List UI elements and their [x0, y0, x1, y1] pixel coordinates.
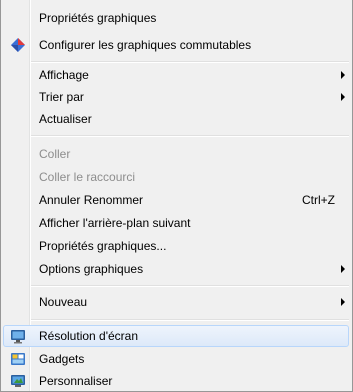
menu-separator [31, 319, 349, 321]
menu-item-label: Options graphiques [39, 262, 144, 276]
menu-item-label: Configurer les graphiques commutables [39, 38, 252, 52]
graphics-diamond-icon [10, 37, 26, 53]
menu-item-proprietes-graphiques-ellipsis[interactable]: Propriétés graphiques... [3, 235, 349, 257]
menu-item-label: Gadgets [39, 352, 85, 366]
menu-item-shortcut: Ctrl+Z [302, 193, 335, 207]
menu-item-resolution-ecran[interactable]: Résolution d'écran [3, 325, 349, 347]
menu-item-label: Coller le raccourci [39, 170, 136, 184]
menu-item-proprietes-graphiques[interactable]: Propriétés graphiques [3, 7, 349, 29]
menu-item-actualiser[interactable]: Actualiser [3, 108, 349, 130]
menu-item-personnaliser[interactable]: Personnaliser [3, 370, 349, 392]
personalize-icon [10, 373, 26, 389]
menu-item-label: Propriétés graphiques [39, 11, 157, 25]
submenu-arrow-icon [341, 71, 345, 79]
menu-item-afficher-arriere-plan-suivant[interactable]: Afficher l'arrière-plan suivant [3, 212, 349, 234]
submenu-arrow-icon [341, 298, 345, 306]
menu-item-label: Annuler Renommer [39, 193, 144, 207]
menu-item-trier-par[interactable]: Trier par [3, 86, 349, 108]
menu-item-label: Nouveau [39, 295, 88, 309]
menu-separator [31, 285, 349, 287]
menu-item-label: Résolution d'écran [39, 329, 139, 343]
submenu-arrow-icon [341, 93, 345, 101]
menu-item-label: Affichage [39, 68, 89, 82]
menu-item-label: Afficher l'arrière-plan suivant [39, 216, 191, 230]
menu-item-options-graphiques[interactable]: Options graphiques [3, 258, 349, 280]
gadgets-icon [10, 351, 26, 367]
menu-separator [31, 61, 349, 63]
menu-separator [31, 135, 349, 137]
desktop-context-menu: Propriétés graphiques Configurer les gra… [0, 0, 353, 392]
menu-item-label: Personnaliser [39, 374, 113, 388]
submenu-arrow-icon [341, 265, 345, 273]
menu-item-configurer-graphiques-commutables[interactable]: Configurer les graphiques commutables [3, 34, 349, 56]
menu-item-affichage[interactable]: Affichage [3, 64, 349, 86]
menu-item-nouveau[interactable]: Nouveau [3, 291, 349, 313]
menu-item-label: Trier par [39, 90, 84, 104]
menu-item-label: Propriétés graphiques... [39, 239, 167, 253]
menu-item-gadgets[interactable]: Gadgets [3, 348, 349, 370]
menu-item-label: Coller [39, 147, 71, 161]
menu-item-annuler-renommer[interactable]: Annuler Renommer Ctrl+Z [3, 189, 349, 211]
menu-item-coller[interactable]: Coller [3, 143, 349, 165]
menu-item-label: Actualiser [39, 112, 92, 126]
menu-item-coller-raccourci[interactable]: Coller le raccourci [3, 166, 349, 188]
monitor-icon [10, 328, 26, 344]
